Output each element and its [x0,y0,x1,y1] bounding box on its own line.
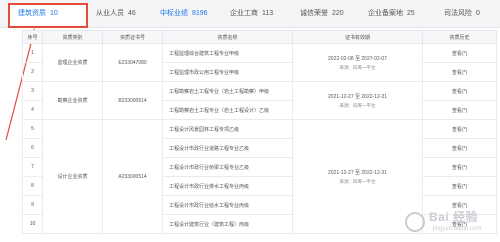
table-row: 1 监理企业资质 E233047080 工程监理综合建筑工程专业甲级 2022-… [22,43,497,82]
certificate-number: A233000514 [102,119,163,234]
paw-icon [405,212,425,232]
history-link[interactable]: 查看(*) [422,62,497,82]
qualification-name: 工程监理综合建筑工程专业甲级 [162,43,293,63]
table-row: 5 设计企业资质 A233000514 工程设计风景园林工程专项乙级 2021-… [22,119,497,234]
tab-bid-performance[interactable]: 中标业绩 8196 [160,8,208,18]
tab-label: 从业人员 [96,10,124,17]
tab-count: 10 [50,10,58,17]
qualification-table: 序号 资质类别 资质证书号 资质名称 证书有效期 资质历史 1 监理企业资质 E… [22,30,497,234]
certificate-number: B233000514 [102,81,163,120]
qualification-name: 工程设计市政行业给水工程专业丙级 [162,195,293,215]
history-link[interactable]: 查看(*) [422,43,497,63]
col-header-validity: 证书有效期 [292,30,423,44]
validity-range: 2021-12-27 至 2022-12-31 [328,169,387,176]
tab-count: 8196 [192,10,208,17]
data-source: 来源：四库一平台 [339,178,376,184]
qualification-name: 工程设计市政行业排水工程专业丙级 [162,176,293,196]
qualification-category: 监理企业资质 [42,43,103,82]
qualification-name: 工程勘察岩土工程专业（岩土工程设计）乙级 [162,100,293,120]
history-link[interactable]: 查看(*) [422,100,497,120]
tab-label: 诚信荣誉 [300,10,328,17]
history-link[interactable]: 查看(*) [422,119,497,139]
table-header-row: 序号 资质类别 资质证书号 资质名称 证书有效期 资质历史 [22,30,497,44]
qualification-name: 工程设计市政行业桥梁工程专业乙级 [162,157,293,177]
qualification-tabs: 建筑资质 10 从业人员 46 中标业绩 8196 企业工商 113 诚信荣誉 220 企… [0,0,500,28]
qualification-name: 工程设计市政行业道路工程专业乙级 [162,138,293,158]
tab-count: 25 [407,10,415,17]
validity-range: 2022-02-08 至 2027-02-07 [328,55,387,62]
qualification-category: 设计企业资质 [42,119,103,234]
watermark-url: jingyan.baidu.com [433,226,482,232]
watermark-brand: Bai 经验 [429,210,479,224]
validity-cell: 2021-12-27 至 2022-12-31 来源：四库一平台 [292,119,423,234]
tab-credit-honor[interactable]: 诚信荣誉 220 [300,8,344,18]
row-index: 7 [22,157,43,177]
tab-judicial-risk[interactable]: 司法风险 0 [444,8,480,18]
qualification-name: 工程设计风景园林工程专项乙级 [162,119,293,139]
tab-count: 113 [262,10,274,17]
qualification-name: 工程监理市政公用工程专业甲级 [162,62,293,82]
tab-label: 企业工商 [230,10,258,17]
validity-range: 2021-12-27 至 2022-12-31 [328,93,387,100]
tab-count: 220 [332,10,344,17]
tab-personnel[interactable]: 从业人员 46 [96,8,136,18]
tab-label: 中标业绩 [160,10,188,17]
baidu-jingyan-watermark: Bai 经验 jingyan.baidu.com [405,208,497,238]
tab-label: 建筑资质 [18,10,46,17]
row-index: 9 [22,195,43,215]
tab-count: 46 [128,10,136,17]
tab-label: 司法风险 [444,10,472,17]
row-index: 2 [22,62,43,82]
qualification-name: 工程勘察岩土工程专业（岩土工程勘察）甲级 [162,81,293,101]
row-index: 5 [22,119,43,139]
row-index: 3 [22,81,43,101]
history-link[interactable]: 查看(*) [422,157,497,177]
tab-filing-location[interactable]: 企业备案地 25 [368,8,415,18]
col-header-cert-no: 资质证书号 [102,30,163,44]
tab-count: 0 [476,10,480,17]
tab-business-registry[interactable]: 企业工商 113 [230,8,273,18]
data-source: 来源：四库一平台 [339,102,376,108]
row-index: 1 [22,43,43,63]
col-header-name: 资质名称 [162,30,293,44]
history-link[interactable]: 查看(*) [422,176,497,196]
row-index: 4 [22,100,43,120]
history-link[interactable]: 查看(*) [422,81,497,101]
col-header-category: 资质类别 [42,30,103,44]
col-header-history: 资质历史 [422,30,497,44]
row-index: 6 [22,138,43,158]
col-header-index: 序号 [22,30,43,44]
tab-label: 企业备案地 [368,10,403,17]
validity-cell: 2022-02-08 至 2027-02-07 来源：四库一平台 [292,43,423,82]
row-index: 10 [22,214,43,234]
validity-cell: 2021-12-27 至 2022-12-31 来源：四库一平台 [292,81,423,120]
qualification-category: 勘察企业资质 [42,81,103,120]
tab-building-qualification[interactable]: 建筑资质 10 [18,8,58,18]
data-source: 来源：四库一平台 [339,64,376,70]
table-row: 3 勘察企业资质 B233000514 工程勘察岩土工程专业（岩土工程勘察）甲级… [22,81,497,120]
history-link[interactable]: 查看(*) [422,138,497,158]
qualification-name: 工程设计建筑行业（建筑工程）丙级 [162,214,293,234]
certificate-number: E233047080 [102,43,163,82]
row-index: 8 [22,176,43,196]
